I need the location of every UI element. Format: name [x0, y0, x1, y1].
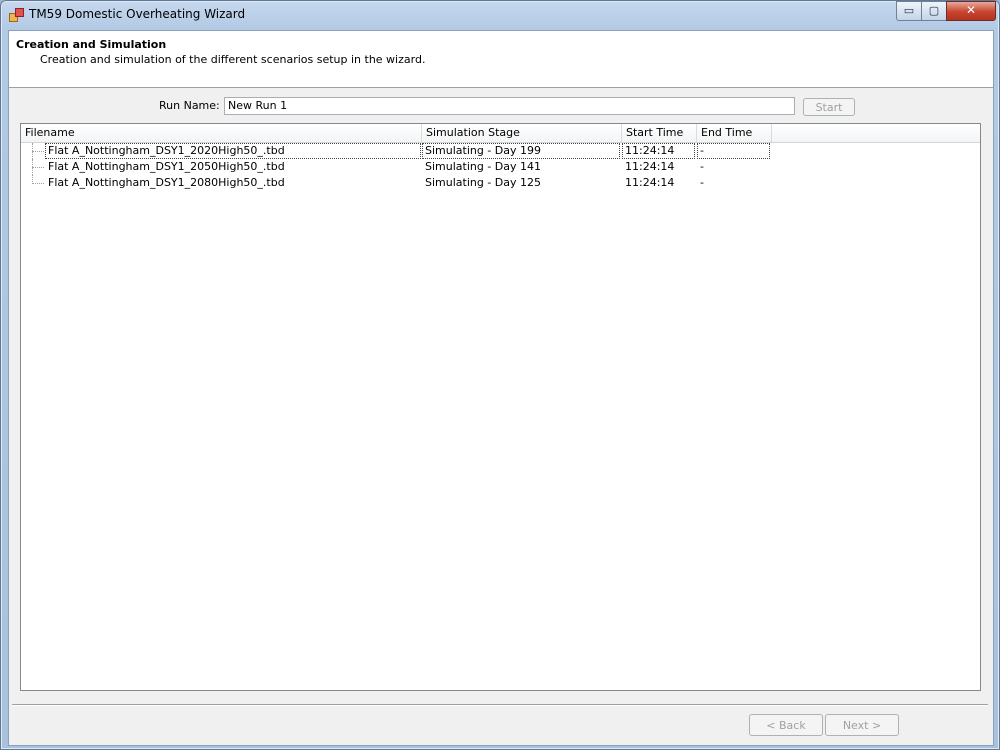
wizard-client-area: Creation and Simulation Creation and sim…	[8, 30, 994, 746]
title-bar[interactable]: TM59 Domestic Overheating Wizard ▭ ▢ ✕	[0, 0, 1000, 30]
app-icon	[9, 8, 24, 22]
start-time-cell: 11:24:14	[625, 160, 675, 173]
column-header-end-time[interactable]: End Time	[697, 124, 772, 142]
tree-connector	[32, 143, 46, 159]
wizard-window: TM59 Domestic Overheating Wizard ▭ ▢ ✕ C…	[0, 0, 1000, 750]
tree-connector	[32, 159, 46, 175]
close-icon: ✕	[965, 3, 977, 17]
start-button[interactable]: Start	[803, 98, 855, 116]
column-header-start-time[interactable]: Start Time	[622, 124, 697, 142]
filename-cell: Flat A_Nottingham_DSY1_2050High50_.tbd	[48, 160, 285, 173]
list-header: Filename Simulation Stage Start Time End…	[21, 124, 980, 143]
list-item[interactable]: Flat A_Nottingham_DSY1_2080High50_.tbd S…	[21, 175, 980, 191]
start-time-cell: 11:24:14	[625, 176, 675, 189]
close-button[interactable]: ✕	[946, 1, 996, 21]
start-time-cell: 11:24:14	[622, 143, 695, 159]
window-title: TM59 Domestic Overheating Wizard	[29, 7, 246, 21]
minimize-icon: ▭	[903, 4, 915, 17]
run-name-input[interactable]: New Run 1	[224, 97, 795, 115]
maximize-button[interactable]: ▢	[921, 1, 947, 21]
end-time-cell: -	[697, 143, 770, 159]
back-button[interactable]: < Back	[749, 714, 823, 736]
list-item[interactable]: Flat A_Nottingham_DSY1_2050High50_.tbd S…	[21, 159, 980, 175]
maximize-icon: ▢	[928, 4, 940, 17]
column-header-filename[interactable]: Filename	[21, 124, 422, 142]
stage-cell: Simulating - Day 125	[425, 176, 542, 189]
column-header-simulation-stage[interactable]: Simulation Stage	[422, 124, 622, 142]
page-title: Creation and Simulation	[16, 38, 167, 51]
footer-divider	[12, 704, 988, 706]
page-subtitle: Creation and simulation of the different…	[40, 53, 426, 66]
simulation-list[interactable]: Filename Simulation Stage Start Time End…	[20, 123, 981, 691]
filename-cell: Flat A_Nottingham_DSY1_2020High50_.tbd	[45, 143, 421, 159]
tree-connector	[32, 175, 46, 191]
next-button[interactable]: Next >	[825, 714, 899, 736]
stage-cell: Simulating - Day 141	[425, 160, 542, 173]
wizard-header: Creation and Simulation Creation and sim…	[9, 31, 993, 88]
run-name-label: Run Name:	[159, 99, 220, 112]
list-item[interactable]: Flat A_Nottingham_DSY1_2020High50_.tbd S…	[21, 143, 980, 159]
filename-cell: Flat A_Nottingham_DSY1_2080High50_.tbd	[48, 176, 285, 189]
end-time-cell: -	[700, 176, 704, 189]
minimize-button[interactable]: ▭	[896, 1, 922, 21]
end-time-cell: -	[700, 160, 704, 173]
stage-cell: Simulating - Day 199	[422, 143, 620, 159]
